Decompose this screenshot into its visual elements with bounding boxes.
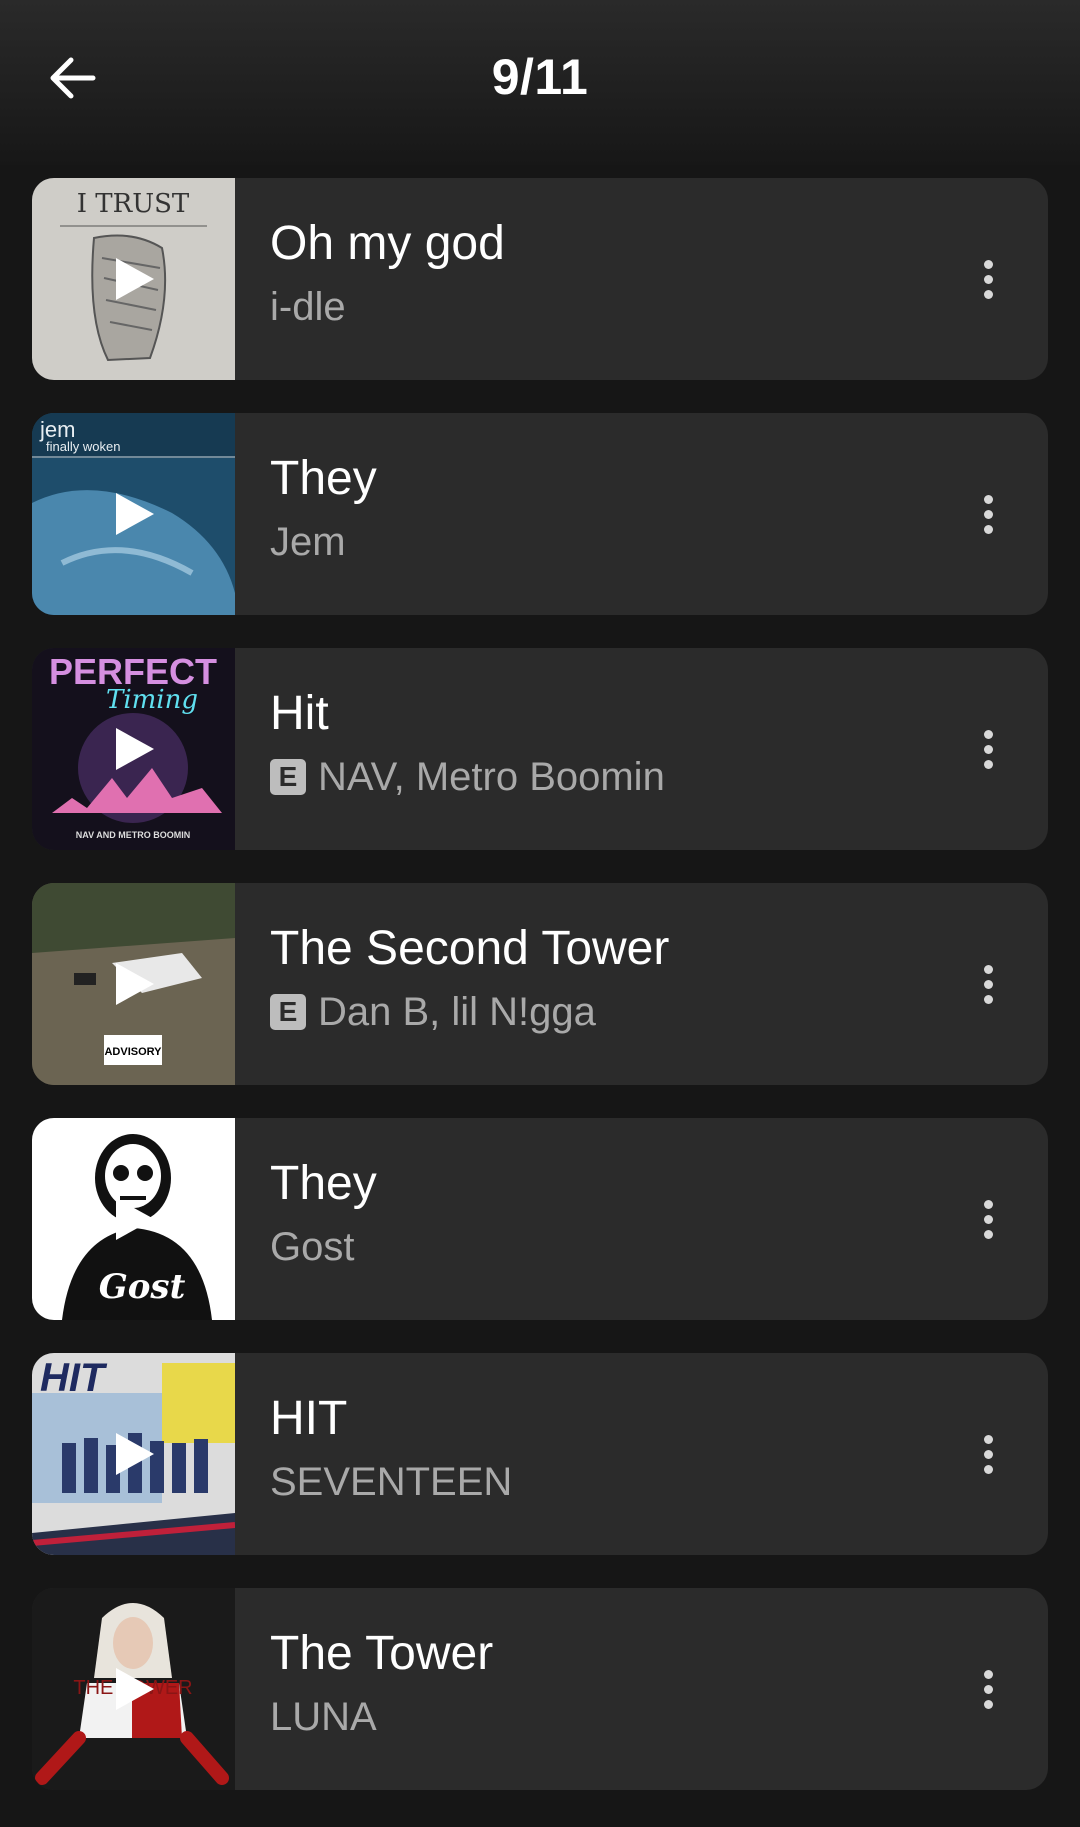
track-row[interactable]: Gost They Gost [32,1118,1048,1320]
album-art: I TRUST [32,178,235,380]
track-title: Oh my god [270,217,505,270]
track-artist: E NAV, Metro Boomin [270,754,938,800]
more-options-button[interactable] [968,239,1008,319]
album-art: jem finally woken [32,413,235,615]
track-artist: LUNA [270,1695,377,1739]
track-title: The Tower [270,1627,494,1680]
track-title: The Second Tower [270,922,670,975]
more-options-button[interactable] [968,1649,1008,1729]
art-title: HIT [40,1356,108,1400]
track-artist: Gost [270,1225,355,1269]
track-row[interactable]: HIT HIT SEVENTEEN [32,1353,1048,1555]
play-icon[interactable] [114,1666,156,1712]
track-artist: SEVENTEEN [270,1460,513,1504]
art-title: I TRUST [77,189,190,219]
track-title: They [270,452,377,505]
play-icon[interactable] [114,961,156,1007]
art-title: ADVISORY [104,1046,162,1058]
track-row[interactable]: THE TOWER The Tower LUNA [32,1588,1048,1790]
album-art: THE TOWER [32,1588,235,1790]
album-art: PERFECT Timing NAV AND METRO BOOMIN [32,648,235,850]
track-artist: i-dle [270,285,346,329]
more-options-button[interactable] [968,1179,1008,1259]
play-icon[interactable] [114,726,156,772]
more-options-button[interactable] [968,709,1008,789]
track-row[interactable]: ADVISORY The Second Tower E Dan B, lil N… [32,883,1048,1085]
more-vert-icon [983,254,993,305]
art-footer: NAV AND METRO BOOMIN [76,830,191,840]
play-icon[interactable] [114,1196,156,1242]
play-icon[interactable] [114,1431,156,1477]
track-title: Hit [270,687,329,740]
track-artist: E Dan B, lil N!gga [270,989,938,1035]
more-options-button[interactable] [968,944,1008,1024]
explicit-badge: E [270,759,306,795]
more-options-button[interactable] [968,474,1008,554]
top-bar: 9/11 [0,0,1080,165]
more-vert-icon [983,1194,993,1245]
more-options-button[interactable] [968,1414,1008,1494]
track-row[interactable]: jem finally woken They Jem [32,413,1048,615]
more-vert-icon [983,489,993,540]
more-vert-icon [983,1664,993,1715]
play-icon[interactable] [114,256,156,302]
track-artist: Jem [270,520,346,564]
art-subtitle: Timing [106,685,198,715]
album-art: HIT [32,1353,235,1555]
track-row[interactable]: I TRUST Oh my god i-dle [32,178,1048,380]
more-vert-icon [983,724,993,775]
explicit-badge: E [270,994,306,1030]
track-list: I TRUST Oh my god i-dle jem finally woke… [32,178,1048,1823]
album-art: ADVISORY [32,883,235,1085]
art-subtitle: finally woken [46,439,120,454]
track-row[interactable]: PERFECT Timing NAV AND METRO BOOMIN Hit … [32,648,1048,850]
track-title: They [270,1157,377,1210]
play-icon[interactable] [114,491,156,537]
page-counter: 9/11 [491,49,589,105]
more-vert-icon [983,959,993,1010]
album-art: Gost [32,1118,235,1320]
track-title: HIT [270,1392,348,1445]
more-vert-icon [983,1429,993,1480]
art-title: Gost [99,1267,186,1307]
